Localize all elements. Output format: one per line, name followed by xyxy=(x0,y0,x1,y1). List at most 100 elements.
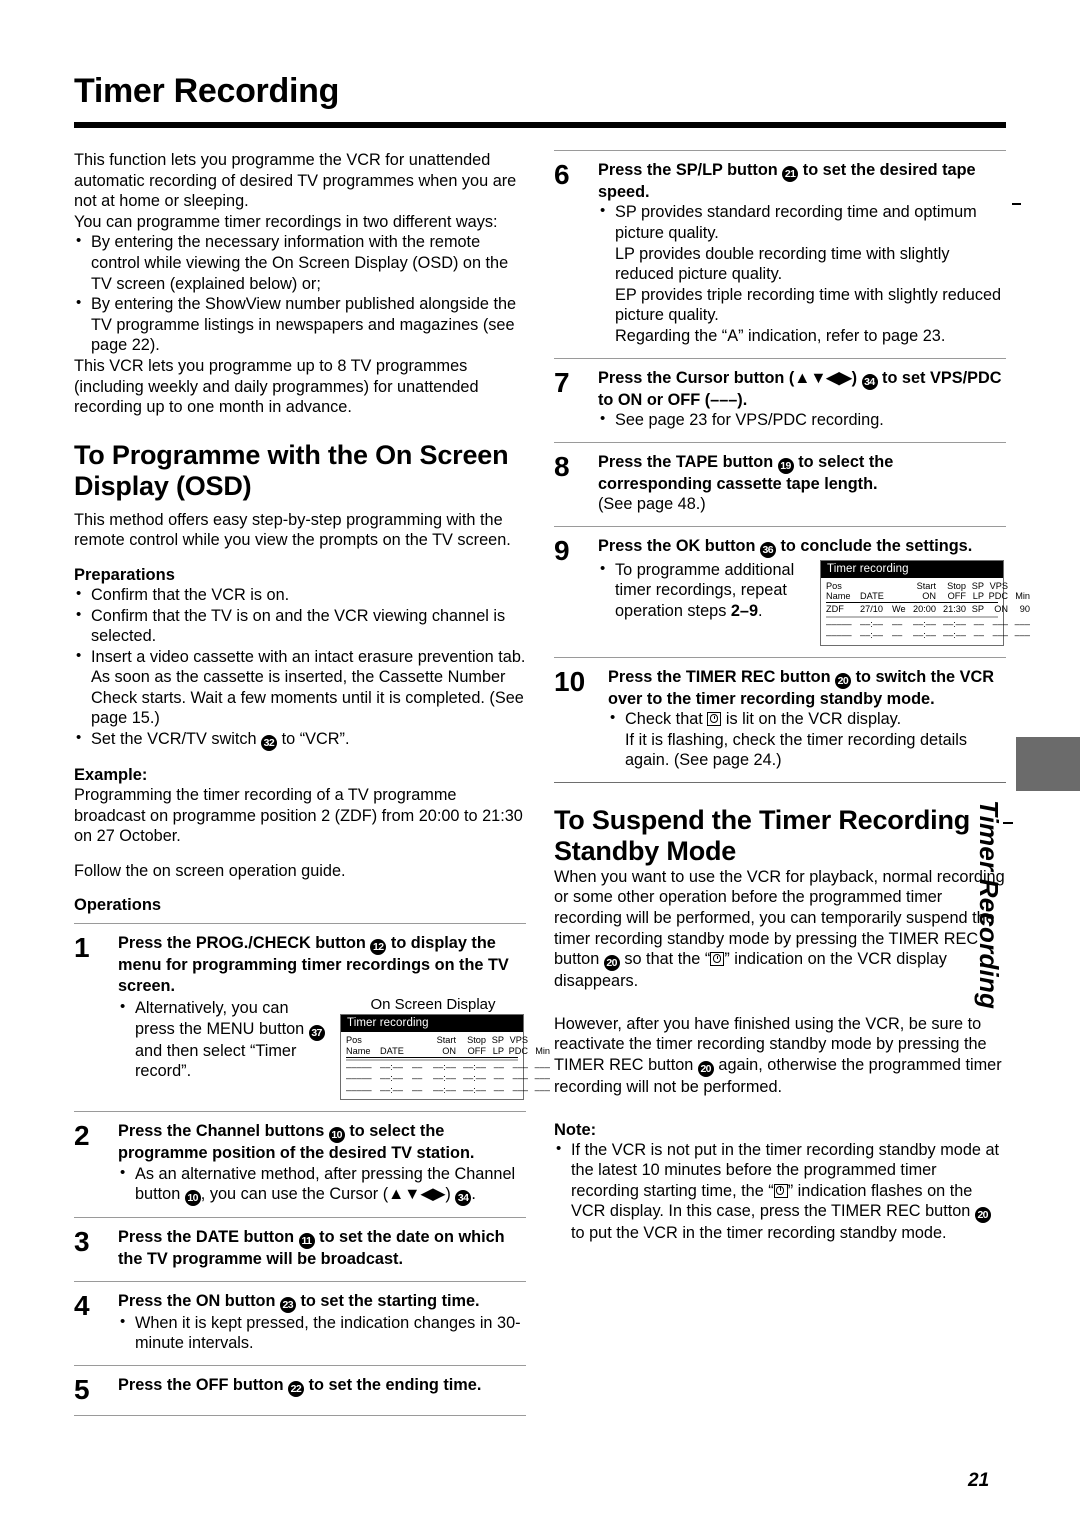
section-heading-suspend: To Suspend the Timer Recording Standby M… xyxy=(554,804,971,866)
osd-empty-figure: On Screen Display Timer recording Pos St… xyxy=(340,996,550,1101)
osd-hdr-cell: OFF xyxy=(467,1045,486,1056)
osd-cell: ––:–– xyxy=(860,630,883,641)
osd-hdr-cell: VPS xyxy=(509,1035,528,1046)
edge-tick-mark-top xyxy=(1012,203,1021,205)
osd-screen-filled: Timer recording Pos Start Stop SP VPS Na… xyxy=(820,559,1030,646)
osd-cell: ––– xyxy=(534,1073,550,1084)
step-number: 10 xyxy=(554,665,586,697)
right-column: 6 Press the SP/LP button 21 to set the d… xyxy=(554,150,1030,1244)
step-text-a: Press the OFF button xyxy=(118,1375,289,1394)
step-text-b: to conclude the settings. xyxy=(775,536,973,555)
divider xyxy=(74,1414,526,1416)
osd-data-row: ––––– ––:–– –– ––:–– ––:–– –– ––– ––– xyxy=(346,1072,550,1084)
osd-filled-figure: Timer recording Pos Start Stop SP VPS Na… xyxy=(820,559,1030,646)
section-heading-osd: To Programme with the On Screen Display … xyxy=(74,439,509,501)
osd-hdr-cell: Pos xyxy=(346,1035,362,1046)
intro-bullet-list: By entering the necessary information wi… xyxy=(74,231,526,356)
button-ref-badge: 12 xyxy=(370,939,387,956)
step-2: 2 Press the Channel buttons 10 to select… xyxy=(74,1112,526,1217)
osd-cell: 90 xyxy=(1019,604,1030,615)
osd-data-row: ––––– ––:–– –– ––:–– ––:–– –– ––– ––– xyxy=(826,629,1030,641)
step-3: 3 Press the DATE button 11 to set the da… xyxy=(74,1218,526,1280)
osd-cell: ––:–– xyxy=(943,618,966,629)
title-divider xyxy=(74,122,1006,128)
list-item-text: SP provides standard recording time and … xyxy=(615,203,977,242)
osd-hdr-cell: Min xyxy=(1015,590,1030,601)
step-8: 8 Press the TAPE button 19 to select the… xyxy=(554,443,1006,526)
osd-cell: ––:–– xyxy=(380,1084,403,1095)
suspend-p1-b: so that the “ xyxy=(619,950,711,969)
osd-cell: 21:30 xyxy=(943,604,966,615)
suspend-paragraph-1: When you want to use the VCR for playbac… xyxy=(554,867,1006,992)
osd-cell: ––– xyxy=(1014,618,1030,629)
osd-cell: ––:–– xyxy=(913,618,936,629)
osd-cell: ZDF xyxy=(826,604,844,615)
intro-paragraph-2: You can programme timer recordings in tw… xyxy=(74,212,498,231)
osd-hdr-cell: LP xyxy=(972,590,984,601)
osd-hdr-cell: Stop xyxy=(467,1035,486,1046)
osd-hdr-cell: DATE xyxy=(860,590,884,601)
step-7: 7 Press the Cursor button (▲▼◀▶) 34 to s… xyxy=(554,359,1006,442)
example-follow: Follow the on screen operation guide. xyxy=(74,861,346,880)
osd-cell: ––:–– xyxy=(433,1062,456,1073)
step-instruction: Press the TAPE button 19 to select the c… xyxy=(598,452,1006,494)
list-item: By entering the necessary information wi… xyxy=(74,231,526,294)
osd-data-row: ––––– ––:–– –– ––:–– ––:–– –– ––– ––– xyxy=(346,1084,550,1095)
osd-hdr-cell: SP xyxy=(491,1035,504,1046)
osd-cell: ––:–– xyxy=(433,1084,456,1095)
osd-cell: ––:–– xyxy=(463,1062,486,1073)
osd-hdr-cell xyxy=(860,581,892,591)
osd-cell: –– xyxy=(412,1084,423,1095)
osd-cell: SP xyxy=(971,604,984,615)
osd-cell: ––––– xyxy=(346,1084,372,1095)
step7-bullets: See page 23 for VPS/PDC recording. xyxy=(598,409,1006,431)
osd-cell: –– xyxy=(973,618,984,629)
step-instruction: Press the Cursor button (▲▼◀▶) 34 to set… xyxy=(598,368,1006,410)
preparations-list: Confirm that the VCR is on. Confirm that… xyxy=(74,584,526,752)
step-number: 1 xyxy=(74,932,90,964)
osd-cell: ––– xyxy=(992,630,1008,641)
button-ref-badge: 37 xyxy=(308,1024,325,1041)
step-text-b: to set the starting time. xyxy=(295,1291,480,1310)
osd-cell: ––:–– xyxy=(380,1062,403,1073)
osd-hdr-cell: DATE xyxy=(380,1045,404,1056)
operations-heading: Operations xyxy=(74,896,162,915)
button-ref-badge: 23 xyxy=(279,1296,296,1313)
osd-hdr-cell: LP xyxy=(492,1045,504,1056)
osd-cell: 27/10 xyxy=(860,604,883,615)
osd-table: Pos Start Stop SP VPS Name DATE ON OFF L… xyxy=(821,578,1030,645)
button-ref-badge: 21 xyxy=(782,166,799,182)
osd-cell: ––:–– xyxy=(463,1073,486,1084)
button-ref-badge: 20 xyxy=(603,955,620,972)
button-ref-badge: 20 xyxy=(974,1207,991,1224)
osd-hdr-cell xyxy=(892,591,906,601)
osd-screen-empty: Timer recording Pos Start Stop SP VPS Na… xyxy=(340,1014,550,1101)
section-intro: This method offers easy step-by-step pro… xyxy=(74,510,511,550)
osd-header-row-1: Pos Start Stop SP VPS xyxy=(826,581,1008,591)
osd-cell: –– xyxy=(412,1062,423,1073)
step-5: 5 Press the OFF button 22 to set the end… xyxy=(74,1366,526,1415)
osd-hdr-cell: ON xyxy=(442,1045,456,1056)
page-title: Timer Recording xyxy=(74,72,340,110)
step10-bullets: Check that is lit on the VCR display. If… xyxy=(608,708,1006,771)
step-number: 9 xyxy=(554,534,570,566)
osd-cell: ––––– xyxy=(826,630,852,641)
list-item-text: Alternatively, you can press the MENU bu… xyxy=(135,999,309,1038)
button-ref-badge: 20 xyxy=(697,1060,714,1077)
step-number: 5 xyxy=(74,1373,90,1405)
osd-header-row-2: Name DATE ON OFF LP PDC Min xyxy=(826,590,1030,604)
note-text-c: to put the VCR in the timer recording st… xyxy=(571,1224,947,1243)
step-instruction: Press the Channel buttons 10 to select t… xyxy=(118,1121,526,1163)
osd-header-row-2: Name DATE ON OFF LP PDC Min xyxy=(346,1045,550,1059)
list-item-line: If it is flashing, check the timer recor… xyxy=(625,730,968,770)
list-item-extra: As soon as the cassette is inserted, the… xyxy=(91,668,524,728)
step-instruction: Press the DATE button 11 to set the date… xyxy=(118,1227,526,1269)
osd-data-row: ––––– ––:–– –– ––:–– ––:–– –– ––– ––– xyxy=(346,1061,550,1073)
osd-hdr-cell: PDC xyxy=(988,590,1008,601)
step-9: 9 Press the OK button 36 to conclude the… xyxy=(554,527,1030,657)
button-ref-badge: 11 xyxy=(298,1233,315,1250)
button-ref-badge: 34 xyxy=(455,1190,472,1207)
button-ref-badge: 19 xyxy=(777,457,794,474)
step-text-a: Press the SP/LP button xyxy=(598,161,783,179)
left-column: This function lets you programme the VCR… xyxy=(74,150,550,1416)
